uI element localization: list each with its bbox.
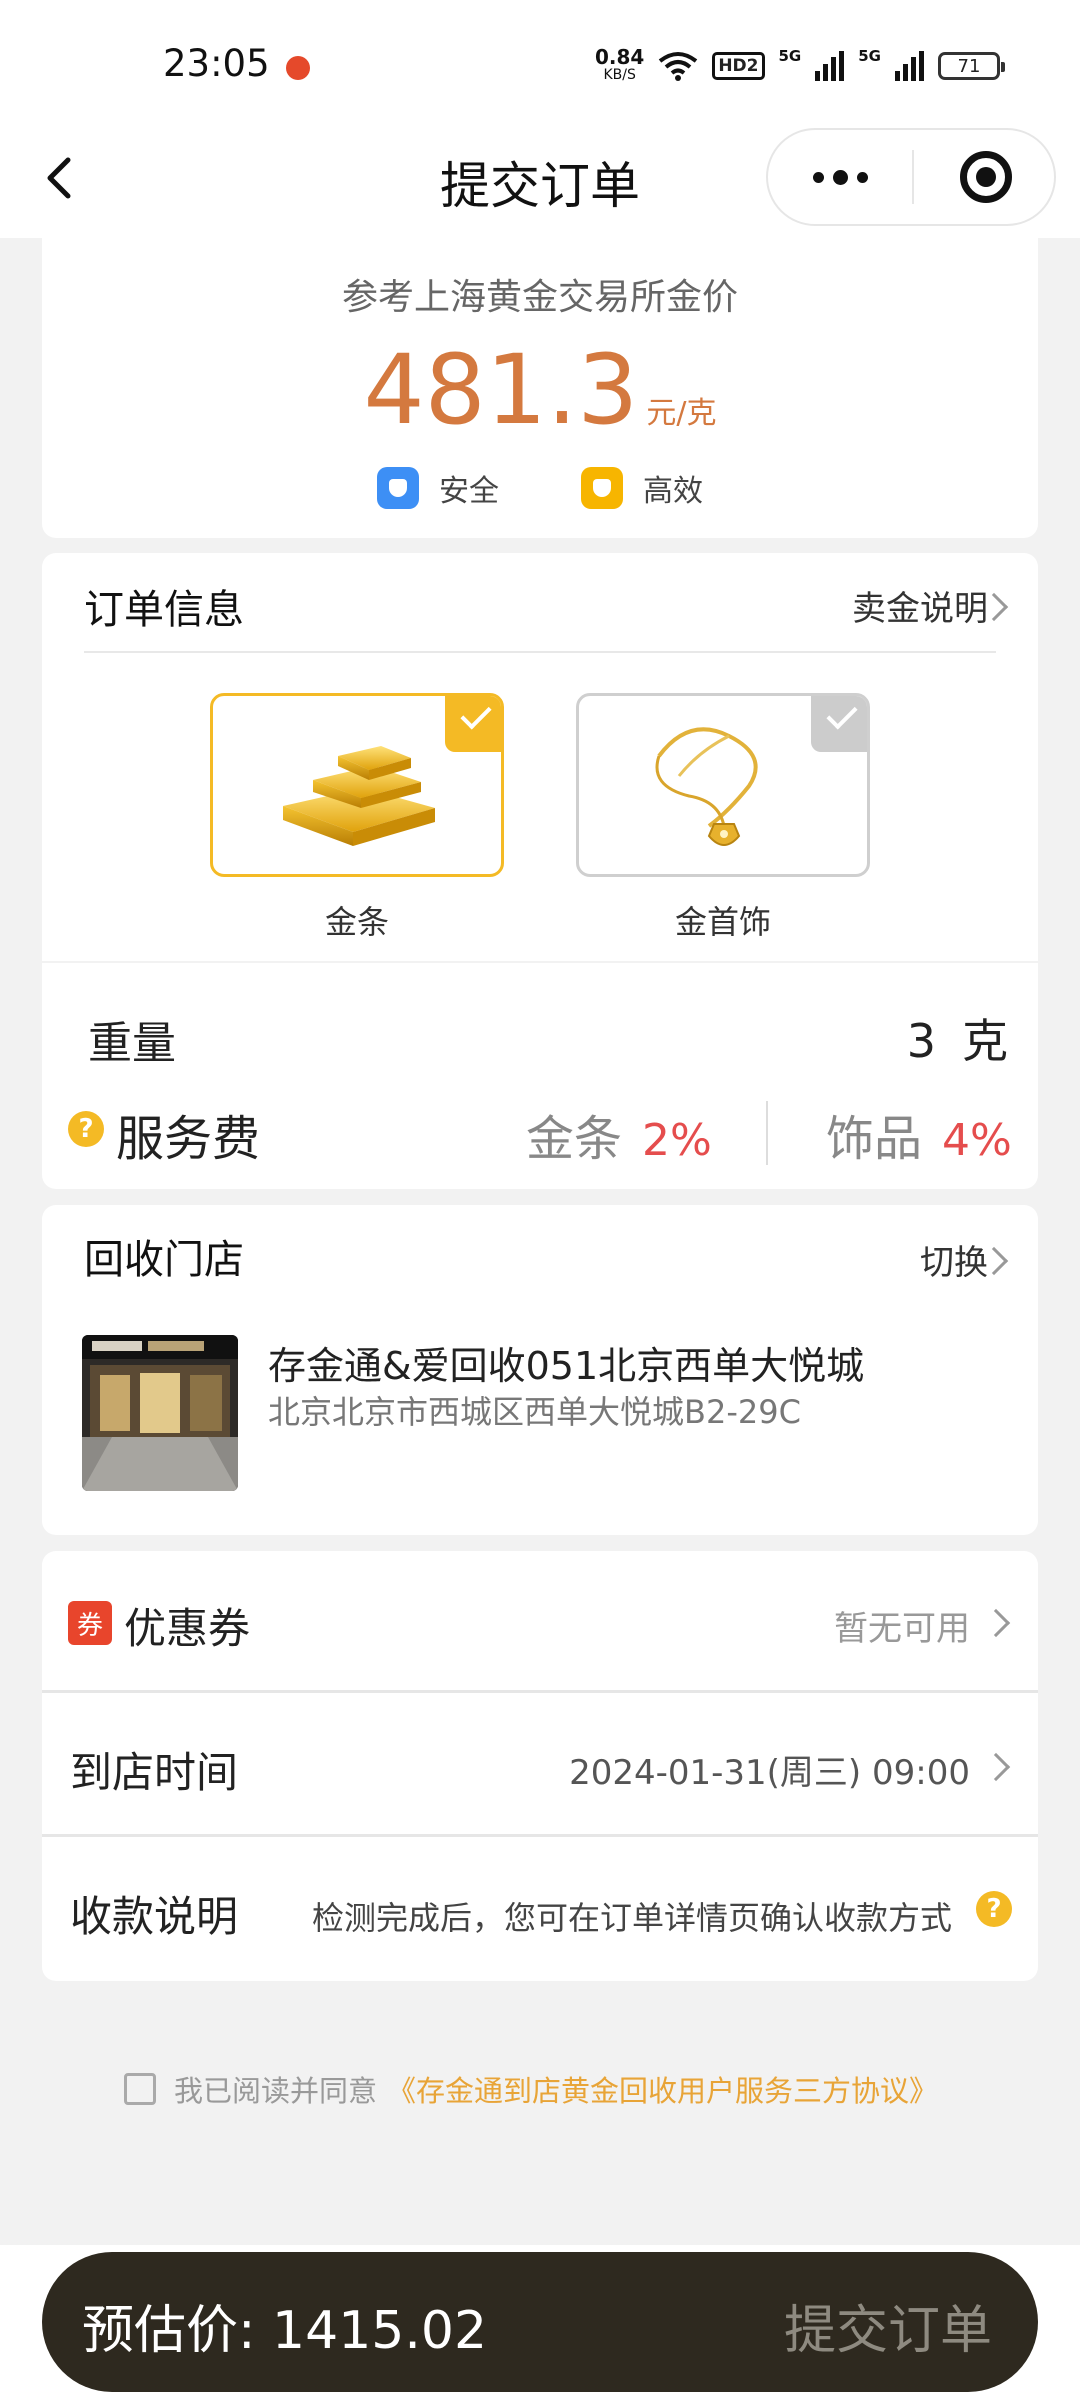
tag-fast: 高效 <box>581 466 703 510</box>
fee-gold-bar-pct: 2% <box>642 1115 712 1166</box>
fee-jewelry-label: 饰品 <box>826 1111 923 1167</box>
option-gold-jewelry[interactable] <box>576 693 870 877</box>
signal-icon-2 <box>895 51 924 81</box>
store-name: 存金通&爱回收051北京西单大悦城 <box>268 1344 865 1388</box>
status-bar: 23:05 0.84 KB/S HD2 5G 5G 71 <box>0 0 1080 120</box>
payment-label: 收款说明 <box>70 1892 239 1941</box>
capsule-divider <box>912 150 914 204</box>
arrival-time-value: 2024-01-31(周三) 09:00 <box>569 1753 970 1793</box>
gold-price-value: 481.3 <box>363 334 639 446</box>
gold-price-card: 参考上海黄金交易所金价 481.3 元/克 安全 高效 <box>42 238 1038 538</box>
sell-gold-guide-link[interactable]: 卖金说明 <box>852 581 988 630</box>
store-photo <box>82 1335 238 1491</box>
coupon-row[interactable]: 券 优惠券 暂无可用 <box>42 1551 1038 1693</box>
store-address: 北京北京市西城区西单大悦城B2-29C <box>268 1393 801 1431</box>
signal-label-1: 5G <box>778 47 802 65</box>
weight-label: 重量 <box>88 1018 176 1069</box>
payment-note: 检测完成后，您可在订单详情页确认收款方式 <box>311 1899 952 1937</box>
store-section-title: 回收门店 <box>84 1237 244 1283</box>
tag-safe-label: 安全 <box>439 474 499 509</box>
agreement-link[interactable]: 《存金通到店黄金回收用户服务三方协议》 <box>387 2068 938 2110</box>
agreement-checkbox[interactable] <box>124 2073 156 2105</box>
coupon-value: 暂无可用 <box>834 1609 970 1649</box>
signal-label-2: 5G <box>858 47 881 65</box>
weight-unit: 克 <box>962 1014 1008 1068</box>
coupon-icon: 券 <box>68 1601 112 1645</box>
more-icon[interactable] <box>768 130 912 224</box>
fee-jewelry-pct: 4% <box>942 1115 1012 1166</box>
payment-note-row: 收款说明 检测完成后，您可在订单详情页确认收款方式 ? <box>42 1839 1038 1981</box>
status-indicators: 0.84 KB/S HD2 5G 5G 71 <box>594 45 1005 86</box>
price-reference: 参考上海黄金交易所金价 <box>341 277 738 318</box>
option-gold-bar-label: 金条 <box>324 903 389 941</box>
help-icon[interactable]: ? <box>68 1111 104 1147</box>
fee-gold-bar: 金条 2% <box>526 1099 712 1169</box>
battery-icon: 71 <box>938 52 1005 80</box>
feature-tags: 安全 高效 <box>42 466 1038 510</box>
switch-store-link[interactable]: 切换 <box>920 1235 988 1284</box>
mini-program-capsule <box>766 128 1056 226</box>
weight-value[interactable]: 3克 <box>907 1005 1008 1071</box>
notification-icon <box>286 56 310 80</box>
chevron-right-icon <box>981 1752 1011 1782</box>
chevron-right-icon <box>981 1608 1011 1638</box>
nav-bar: 提交订单 <box>0 120 1080 238</box>
arrival-time-row[interactable]: 到店时间 2024-01-31(周三) 09:00 <box>42 1695 1038 1837</box>
signal-icon-1 <box>815 51 845 81</box>
check-icon <box>811 696 867 752</box>
order-info-title: 订单信息 <box>84 587 244 633</box>
check-icon <box>445 696 501 752</box>
option-gold-jewelry-label: 金首饰 <box>674 903 771 941</box>
fee-gold-bar-label: 金条 <box>526 1111 623 1167</box>
shield-icon <box>377 467 419 509</box>
store-card: 回收门店 切换 存金通&爱回收051北京西单大悦城 北京北京市西城区西单大悦城B… <box>42 1205 1038 1535</box>
status-time: 23:05 <box>163 42 270 85</box>
close-target-icon[interactable] <box>960 151 1012 203</box>
submit-bar: 预估价: 1415.02 提交订单 <box>42 2252 1038 2392</box>
gold-price: 481.3 元/克 <box>42 334 1038 446</box>
option-gold-bar[interactable] <box>210 693 504 877</box>
wifi-icon <box>659 52 698 81</box>
divider <box>766 1101 768 1165</box>
fee-jewelry: 饰品 4% <box>826 1099 1012 1169</box>
agreement: 我已阅读并同意 《存金通到店黄金回收用户服务三方协议》 <box>124 2068 938 2110</box>
order-info-card: 订单信息 卖金说明 金条 金首饰 <box>42 553 1038 961</box>
network-speed: 0.84 KB/S <box>594 45 645 83</box>
battery-level: 71 <box>957 55 981 77</box>
hd-badge: HD2 <box>712 52 765 80</box>
order-options-list: 券 优惠券 暂无可用 到店时间 2024-01-31(周三) 09:00 收款说… <box>42 1551 1038 1981</box>
help-icon[interactable]: ? <box>976 1891 1012 1927</box>
submit-order-button[interactable]: 提交订单 <box>784 2288 992 2363</box>
weight-fee-card: 重量 3克 ? 服务费 金条 2% 饰品 4% <box>42 963 1038 1189</box>
weight-number: 3 <box>906 1014 936 1068</box>
service-fee-label: 服务费 <box>116 1111 261 1167</box>
coupon-label: 优惠券 <box>124 1604 251 1653</box>
tag-fast-label: 高效 <box>643 474 703 509</box>
divider <box>84 651 996 653</box>
tag-safe: 安全 <box>377 466 499 510</box>
estimated-price: 预估价: 1415.02 <box>82 2301 488 2361</box>
agreement-text: 我已阅读并同意 <box>174 2074 378 2108</box>
gold-price-unit: 元/克 <box>646 396 717 431</box>
efficiency-icon <box>581 467 623 509</box>
arrival-time-label: 到店时间 <box>70 1748 239 1797</box>
